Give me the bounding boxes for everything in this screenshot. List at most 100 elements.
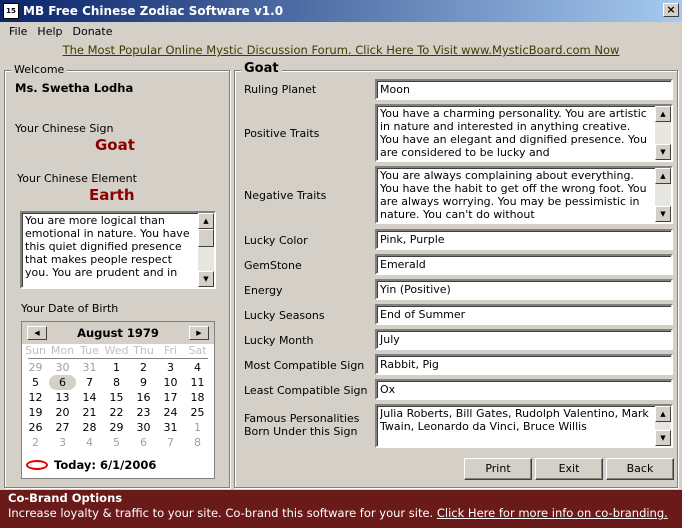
calendar-day[interactable]: 13 — [49, 390, 76, 405]
calendar-day[interactable]: 30 — [49, 360, 76, 375]
next-month-icon[interactable]: ▶ — [189, 326, 209, 340]
calendar-day[interactable]: 30 — [130, 420, 157, 435]
calendar-day[interactable]: 15 — [103, 390, 130, 405]
calendar-day[interactable]: 20 — [49, 405, 76, 420]
most-compatible-field[interactable]: Rabbit, Pig — [375, 354, 673, 375]
calendar-day[interactable]: 10 — [157, 375, 184, 390]
dow-fri: Fri — [163, 344, 178, 357]
close-button[interactable]: × — [663, 3, 679, 17]
menu-file[interactable]: File — [4, 25, 32, 38]
calendar-day[interactable]: 6 — [130, 435, 157, 450]
calendar-day[interactable]: 1 — [184, 420, 211, 435]
famous-label: Famous Personalities Born Under this Sig… — [244, 412, 360, 438]
calendar-day[interactable]: 26 — [22, 420, 49, 435]
calendar-day[interactable]: 5 — [22, 375, 49, 390]
scroll-down-icon[interactable]: ▼ — [655, 430, 671, 446]
calendar-day[interactable]: 21 — [76, 405, 103, 420]
negative-traits-field[interactable]: You are always complaining about everyth… — [375, 166, 673, 224]
today-circle-icon — [26, 460, 48, 470]
positive-scrollbar[interactable]: ▲ ▼ — [655, 106, 671, 160]
famous-scrollbar[interactable]: ▲ ▼ — [655, 406, 671, 446]
energy-field[interactable]: Yin (Positive) — [375, 279, 673, 300]
scroll-up-icon[interactable]: ▲ — [655, 106, 671, 122]
element-description-text: You are more logical than emotional in n… — [25, 214, 190, 279]
calendar-day[interactable]: 5 — [103, 435, 130, 450]
famous-field[interactable]: Julia Roberts, Bill Gates, Rudolph Valen… — [375, 404, 673, 448]
scroll-down-icon[interactable]: ▼ — [655, 144, 671, 160]
lucky-seasons-field[interactable]: End of Summer — [375, 304, 673, 325]
welcome-panel: Welcome Ms. Swetha Lodha Your Chinese Si… — [4, 63, 230, 488]
welcome-title: Welcome — [11, 63, 68, 76]
calendar-day[interactable]: 6 — [49, 375, 76, 390]
calendar-day[interactable]: 28 — [76, 420, 103, 435]
sign-label: Your Chinese Sign — [15, 122, 114, 135]
calendar-day[interactable]: 2 — [130, 360, 157, 375]
sign-details-panel: Goat Ruling Planet Moon Positive Traits … — [234, 61, 678, 488]
scroll-up-icon[interactable]: ▲ — [198, 213, 214, 229]
element-description[interactable]: You are more logical than emotional in n… — [20, 211, 216, 289]
lucky-month-field[interactable]: July — [375, 329, 673, 350]
menu-help[interactable]: Help — [32, 25, 67, 38]
calendar-day[interactable]: 7 — [157, 435, 184, 450]
ruling-planet-field[interactable]: Moon — [375, 79, 673, 100]
calendar-day[interactable]: 19 — [22, 405, 49, 420]
lucky-month-label: Lucky Month — [244, 334, 314, 347]
calendar-day[interactable]: 29 — [103, 420, 130, 435]
cobrand-bar: Co-Brand Options Increase loyalty & traf… — [0, 490, 682, 528]
back-button[interactable]: Back — [606, 458, 674, 480]
scroll-down-icon[interactable]: ▼ — [655, 206, 671, 222]
calendar-day[interactable]: 23 — [130, 405, 157, 420]
scroll-thumb[interactable] — [198, 229, 214, 247]
calendar-week: 29 30 31 1 2 3 4 — [22, 360, 214, 375]
calendar-today[interactable]: Today: 6/1/2006 — [26, 458, 156, 472]
calendar-day[interactable]: 25 — [184, 405, 211, 420]
calendar-day[interactable]: 7 — [76, 375, 103, 390]
gemstone-label: GemStone — [244, 259, 302, 272]
calendar-day[interactable]: 1 — [103, 360, 130, 375]
calendar-day[interactable]: 2 — [22, 435, 49, 450]
calendar-day[interactable]: 16 — [130, 390, 157, 405]
calendar-day[interactable]: 31 — [157, 420, 184, 435]
scroll-up-icon[interactable]: ▲ — [655, 406, 671, 422]
lucky-color-field[interactable]: Pink, Purple — [375, 229, 673, 250]
negative-scrollbar[interactable]: ▲ ▼ — [655, 168, 671, 222]
calendar-weekdays: Sun Mon Tue Wed Thu Fri Sat — [22, 344, 214, 358]
element-scrollbar[interactable]: ▲ ▼ — [198, 213, 214, 287]
calendar-day[interactable]: 14 — [76, 390, 103, 405]
calendar-day[interactable]: 22 — [103, 405, 130, 420]
calendar-day[interactable]: 31 — [76, 360, 103, 375]
calendar-day[interactable]: 24 — [157, 405, 184, 420]
menu-donate[interactable]: Donate — [68, 25, 118, 38]
app-icon: 15 — [3, 3, 19, 19]
sign-details-title: Goat — [241, 61, 282, 76]
calendar-day[interactable]: 8 — [103, 375, 130, 390]
calendar-day[interactable]: 9 — [130, 375, 157, 390]
promo-link[interactable]: The Most Popular Online Mystic Discussio… — [0, 43, 682, 61]
calendar-day[interactable]: 29 — [22, 360, 49, 375]
window-title: MB Free Chinese Zodiac Software v1.0 — [23, 4, 284, 18]
calendar-day[interactable]: 3 — [157, 360, 184, 375]
least-compatible-field[interactable]: Ox — [375, 379, 673, 400]
calendar-day[interactable]: 17 — [157, 390, 184, 405]
gemstone-field[interactable]: Emerald — [375, 254, 673, 275]
calendar-day[interactable]: 4 — [76, 435, 103, 450]
positive-traits-label: Positive Traits — [244, 127, 320, 140]
calendar-day[interactable]: 3 — [49, 435, 76, 450]
negative-traits-text: You are always complaining about everyth… — [380, 169, 647, 221]
calendar-day[interactable]: 4 — [184, 360, 211, 375]
calendar-day[interactable]: 27 — [49, 420, 76, 435]
calendar-day[interactable]: 12 — [22, 390, 49, 405]
dow-wed: Wed — [104, 344, 129, 357]
calendar-day[interactable]: 18 — [184, 390, 211, 405]
exit-button[interactable]: Exit — [535, 458, 603, 480]
scroll-down-icon[interactable]: ▼ — [198, 271, 214, 287]
calendar-day[interactable]: 8 — [184, 435, 211, 450]
cobrand-link[interactable]: Click Here for more info on co-branding. — [437, 506, 668, 520]
dob-calendar[interactable]: ◀ August 1979 ▶ Sun Mon Tue Wed Thu Fri … — [21, 321, 215, 479]
scroll-up-icon[interactable]: ▲ — [655, 168, 671, 184]
prev-month-icon[interactable]: ◀ — [27, 326, 47, 340]
print-button[interactable]: Print — [464, 458, 532, 480]
lucky-seasons-label: Lucky Seasons — [244, 309, 325, 322]
calendar-day[interactable]: 11 — [184, 375, 211, 390]
positive-traits-field[interactable]: You have a charming personality. You are… — [375, 104, 673, 162]
